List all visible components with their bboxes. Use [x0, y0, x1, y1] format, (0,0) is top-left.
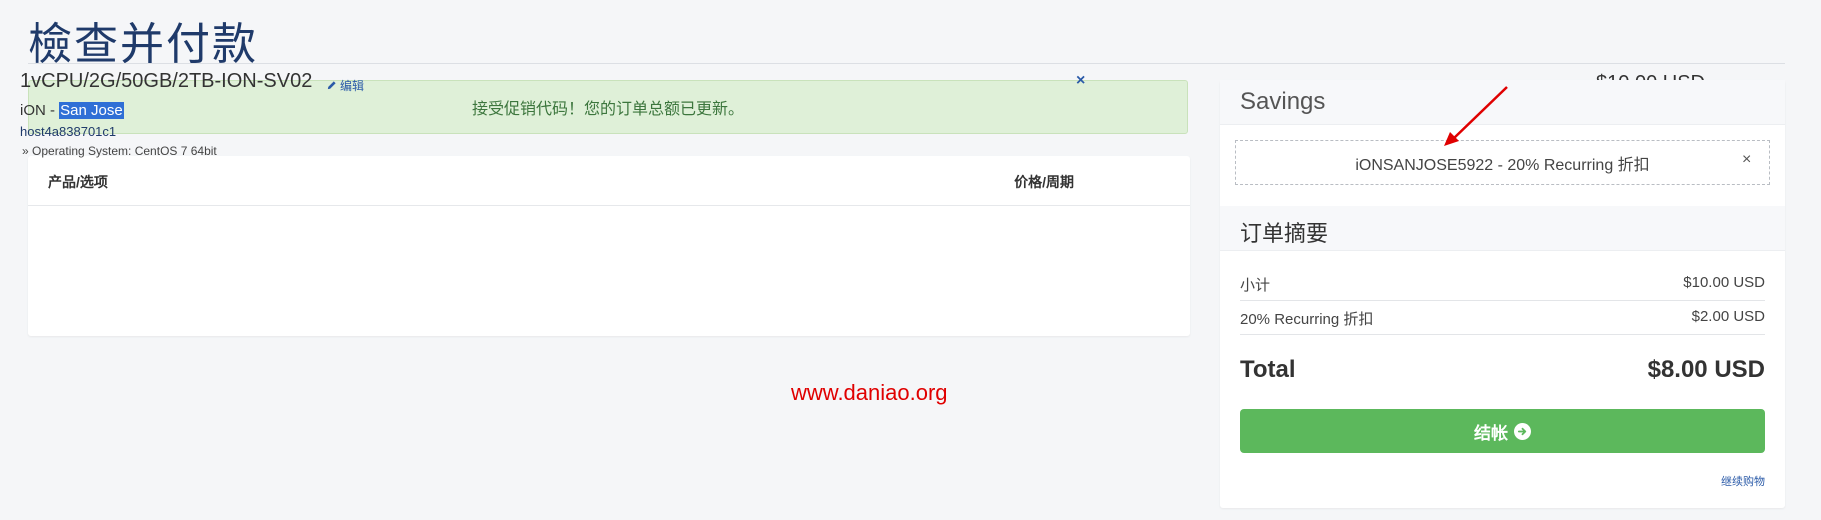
edit-product-link[interactable]: 编辑 [326, 77, 364, 94]
continue-shopping-link[interactable]: 继续购物 [1721, 473, 1765, 489]
pencil-icon [327, 81, 336, 90]
edit-label: 编辑 [340, 79, 365, 93]
remove-promo-button[interactable]: × [1742, 151, 1751, 169]
remove-item-button[interactable]: × [1076, 72, 1085, 90]
red-annotation-arrow-icon [1444, 86, 1508, 146]
arrow-right-circle-icon [1514, 422, 1531, 440]
subtotal-value: $10.00 USD [1683, 274, 1765, 291]
watermark-text: www.daniao.org [791, 380, 948, 405]
product-option: » Operating System: CentOS 7 64bit [22, 144, 217, 158]
product-group: iON - San Jose [20, 102, 124, 119]
discount-row: 20% Recurring 折扣 $2.00 USD [1240, 300, 1765, 335]
title-divider [28, 63, 1785, 64]
product-hostname: host4a838701c1 [20, 124, 117, 139]
subtotal-label: 小计 [1240, 277, 1271, 294]
order-summary-title: 订单摘要 [1240, 221, 1329, 246]
discount-label: 20% Recurring 折扣 [1240, 311, 1374, 328]
cart-panel: 产品/选项 价格/周期 [28, 156, 1190, 336]
alert-message: 接受促销代码！您的订单总额已更新。 [471, 101, 744, 118]
checkout-label: 结帐 [1474, 423, 1508, 443]
product-name: 1vCPU/2G/50GB/2TB-ION-SV02 [20, 70, 313, 92]
column-price-cycle: 价格/周期 [1014, 174, 1074, 190]
checkout-button[interactable]: 结帐 [1240, 409, 1765, 453]
total-label: Total [1240, 356, 1296, 383]
cart-header: 产品/选项 价格/周期 [28, 156, 1190, 206]
discount-value: $2.00 USD [1691, 308, 1765, 325]
promo-code-text: iONSANJOSE5922 - 20% Recurring 折扣 [1355, 156, 1650, 174]
total-row: Total $8.00 USD [1240, 342, 1765, 392]
column-product-options: 产品/选项 [48, 174, 108, 190]
group-prefix: iON - [20, 102, 60, 119]
selected-location-text: San Jose [59, 102, 124, 119]
total-value: $8.00 USD [1647, 356, 1765, 383]
subtotal-row: 小计 $10.00 USD [1240, 266, 1765, 301]
savings-title: Savings [1240, 88, 1326, 115]
